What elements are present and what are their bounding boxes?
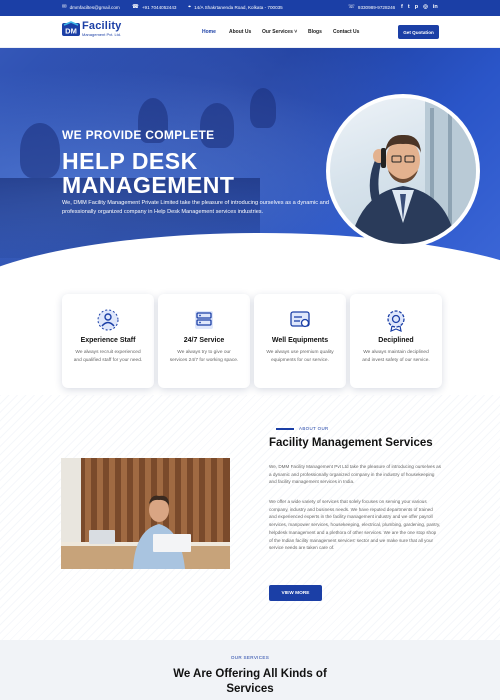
top-info-bar: ✉ dmmfaciltes@gmail.com ☎ +91 7044052443… bbox=[0, 0, 500, 16]
about-photo bbox=[61, 458, 230, 569]
logo-mark-icon: DM bbox=[62, 21, 80, 37]
about-title: Facility Management Services bbox=[269, 437, 433, 449]
address-text: 14/A Shakrtanenda Road, Kolkata - 700035 bbox=[194, 5, 283, 10]
card-description: We always maintain deciplined and invest… bbox=[362, 350, 430, 363]
phone-contact[interactable]: ☎ +91 7044052443 bbox=[132, 4, 176, 10]
about-paragraph-1: We, DMM Facility Management Pvt Ltd take… bbox=[269, 464, 442, 485]
hero-portrait bbox=[326, 94, 480, 248]
hero-title-line1: HELP DESK bbox=[62, 148, 198, 174]
logo-mark-text: DM bbox=[65, 27, 77, 36]
card-title: 24/7 Service bbox=[183, 337, 225, 344]
logo-sub-text: Management Pvt. Ltd. bbox=[82, 32, 122, 37]
twitter-icon[interactable]: t bbox=[408, 4, 410, 10]
equipment-icon bbox=[288, 308, 312, 332]
hero-title: HELP DESK MANAGEMENT bbox=[62, 149, 234, 197]
phone-icon: ☎ bbox=[132, 4, 139, 10]
email-text: dmmfaciltes@gmail.com bbox=[69, 4, 120, 10]
gear-badge-icon bbox=[384, 308, 408, 332]
about-tag: ABOUT OUR bbox=[299, 426, 329, 431]
staff-icon bbox=[96, 308, 120, 332]
facebook-icon[interactable]: f bbox=[401, 4, 403, 10]
feature-card-service[interactable]: 24/7 Service We always try to give our s… bbox=[158, 294, 250, 388]
site-logo[interactable]: DM Facility Management Pvt. Ltd. bbox=[62, 21, 122, 37]
view-more-button[interactable]: VIEW MORE bbox=[269, 585, 322, 601]
card-title: Deciplined bbox=[378, 337, 414, 344]
about-paragraph-2: We offer a wide variety of services that… bbox=[269, 499, 441, 551]
card-description: We always try to give our services 24/7 … bbox=[169, 350, 239, 363]
office-person-figure bbox=[20, 123, 60, 178]
logo-text: Facility Management Pvt. Ltd. bbox=[82, 21, 122, 37]
server-clock-icon bbox=[192, 308, 216, 332]
phone2-text: 9330989-9728246 bbox=[357, 4, 396, 10]
logo-main-text: Facility bbox=[82, 20, 122, 32]
phone-text: +91 7044052443 bbox=[141, 4, 177, 10]
social-links: f t p ◎ in bbox=[401, 4, 438, 10]
feature-card-equipment[interactable]: Well Equipments We always use premium qu… bbox=[254, 294, 346, 388]
services-title: We Are Offering All Kinds of Services bbox=[173, 668, 327, 695]
mail-icon: ✉ bbox=[62, 4, 67, 10]
about-tag-line bbox=[276, 428, 294, 430]
businessman-photo bbox=[330, 98, 476, 244]
card-description: We always use premium quality equipments… bbox=[266, 350, 334, 363]
nav-item-contact[interactable]: Contact Us bbox=[333, 29, 359, 35]
hero-title-line2: MANAGEMENT bbox=[62, 172, 235, 198]
office-person-figure bbox=[250, 88, 276, 128]
phone2-icon: ☏ bbox=[348, 4, 355, 10]
nav-item-about[interactable]: About Us bbox=[229, 29, 251, 35]
instagram-icon[interactable]: ◎ bbox=[423, 4, 428, 10]
nav-item-services[interactable]: Our Services ˅ bbox=[262, 29, 297, 35]
feature-card-disciplined[interactable]: Deciplined We always maintain deciplined… bbox=[350, 294, 442, 388]
nav-item-home[interactable]: Home bbox=[202, 29, 216, 35]
feature-card-experience[interactable]: Experience Staff We always recruit exper… bbox=[62, 294, 154, 388]
address-contact: ⌖ 14/A Shakrtanenda Road, Kolkata - 7000… bbox=[188, 4, 283, 11]
location-pin-icon: ⌖ bbox=[188, 4, 192, 10]
card-title: Well Equipments bbox=[271, 337, 329, 344]
pinterest-icon[interactable]: p bbox=[415, 4, 418, 10]
nav-item-blogs[interactable]: Blogs bbox=[308, 29, 322, 35]
email-contact[interactable]: ✉ dmmfaciltes@gmail.com bbox=[62, 4, 120, 10]
hero-subtitle: WE PROVIDE COMPLETE bbox=[62, 128, 215, 142]
phone2-contact[interactable]: ☏ 9330989-9728246 bbox=[348, 4, 395, 10]
card-title: Experience Staff bbox=[80, 337, 136, 344]
hero-description: We, DMM Facility Management Private Limi… bbox=[62, 200, 329, 215]
card-description: We always recruit experienced and qualif… bbox=[73, 350, 143, 363]
linkedin-icon[interactable]: in bbox=[433, 4, 438, 10]
services-tag: OUR SERVICES bbox=[230, 655, 270, 660]
main-navbar: DM Facility Management Pvt. Ltd. Home Ab… bbox=[0, 16, 500, 48]
get-quotation-button[interactable]: Get Quotation bbox=[398, 25, 439, 39]
